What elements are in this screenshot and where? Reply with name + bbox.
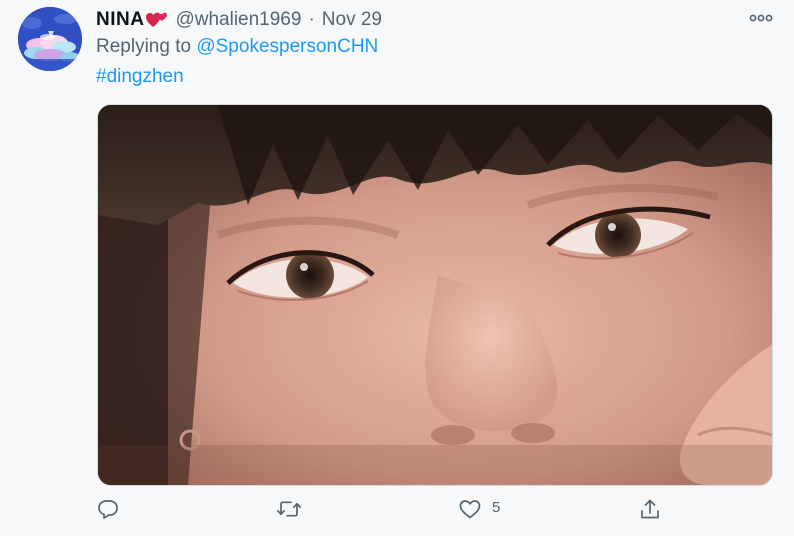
- heart-outline-icon[interactable]: [458, 498, 482, 520]
- like-button[interactable]: 5: [458, 498, 500, 520]
- replying-to-link[interactable]: @SpokespersonCHN: [196, 36, 378, 57]
- tweet-header: NINA @whalien1969 · Nov 29: [96, 8, 382, 32]
- avatar[interactable]: [18, 7, 82, 71]
- user-handle[interactable]: @whalien1969: [175, 9, 301, 31]
- replying-to-line: Replying to @SpokespersonCHN: [96, 36, 378, 58]
- more-options-icon[interactable]: [748, 10, 774, 26]
- reply-icon[interactable]: [97, 498, 119, 520]
- heart-emoji-icon: [145, 10, 169, 30]
- tweet-media-image[interactable]: [97, 104, 773, 486]
- tweet-date[interactable]: Nov 29: [322, 9, 382, 31]
- share-button[interactable]: [639, 498, 661, 520]
- like-count: 5: [492, 498, 501, 516]
- separator-dot: ·: [308, 9, 315, 30]
- retweet-button[interactable]: [276, 498, 302, 520]
- display-name[interactable]: NINA: [96, 9, 144, 31]
- retweet-icon[interactable]: [276, 498, 302, 520]
- replying-to-prefix: Replying to: [96, 36, 197, 57]
- share-icon[interactable]: [639, 498, 661, 520]
- reply-button[interactable]: [97, 498, 119, 520]
- hashtag-link[interactable]: #dingzhen: [96, 66, 184, 88]
- tweet-action-bar: 5: [0, 498, 794, 528]
